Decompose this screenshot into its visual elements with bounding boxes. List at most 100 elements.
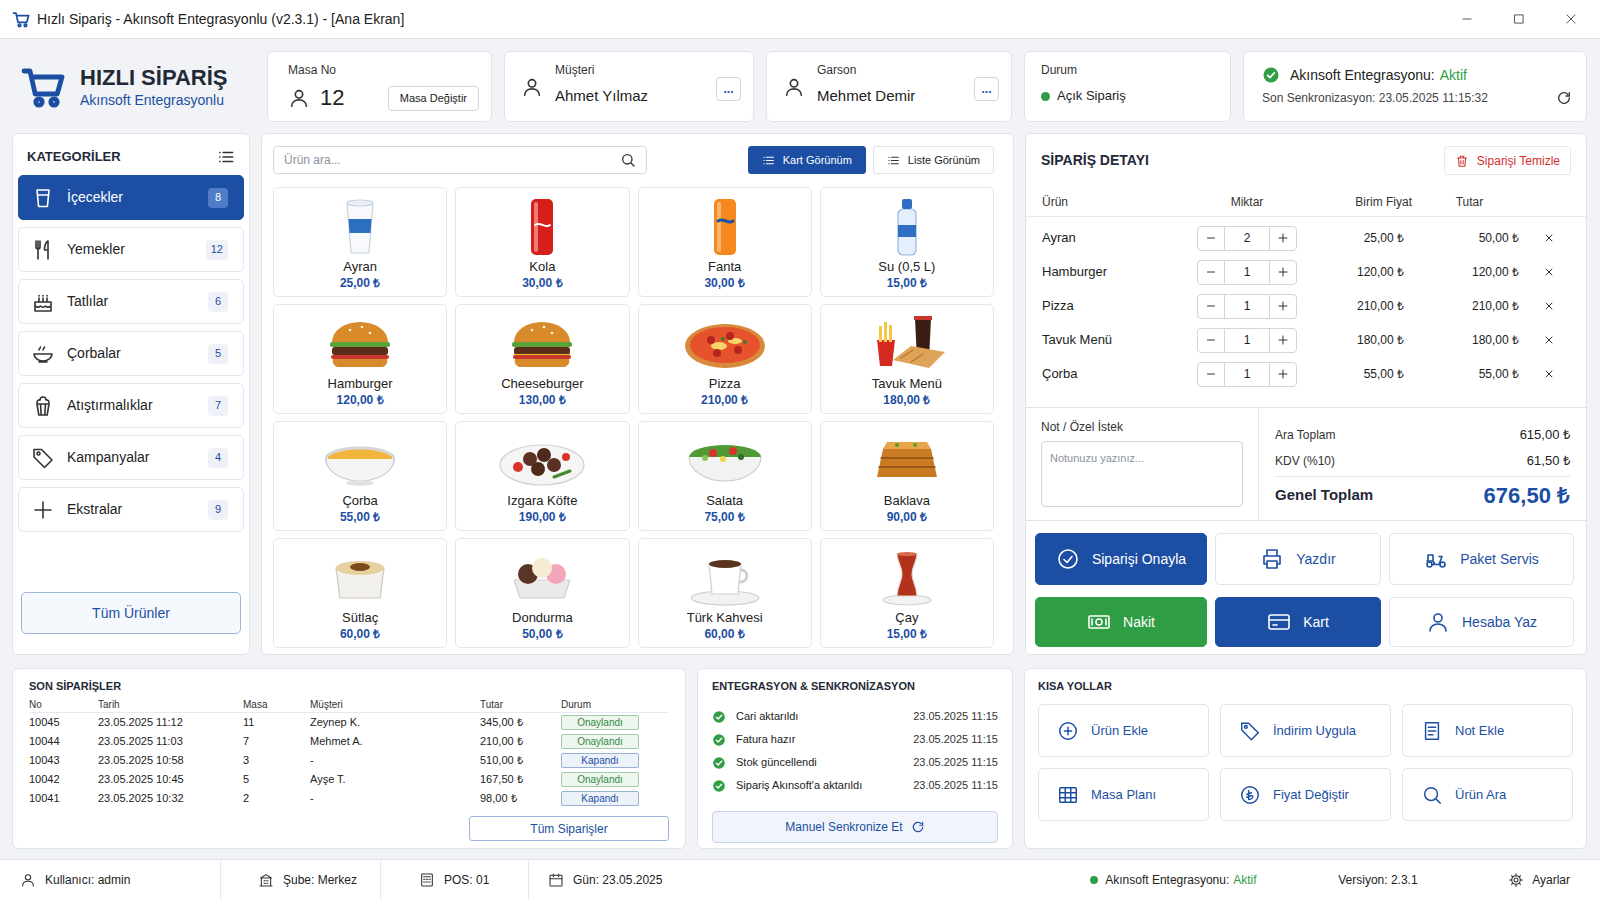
product-card[interactable]: Salata75,00 ₺ — [638, 421, 812, 531]
increase-button[interactable] — [1269, 227, 1296, 250]
product-card[interactable]: Tavuk Menü180,00 ₺ — [820, 304, 994, 414]
action-button[interactable]: Paket Servis — [1389, 533, 1574, 585]
order-row[interactable]: Ayran225,00 ₺50,00 ₺ — [1026, 221, 1586, 255]
order-row[interactable]: Hamburger1120,00 ₺120,00 ₺ — [1026, 255, 1586, 289]
product-card[interactable]: Sütlaç60,00 ₺ — [273, 538, 447, 648]
product-card[interactable]: Çorba55,00 ₺ — [273, 421, 447, 531]
product-card[interactable]: Çay15,00 ₺ — [820, 538, 994, 648]
category-item[interactable]: Tatlılar6 — [18, 279, 244, 324]
category-item[interactable]: Kampanyalar4 — [18, 435, 244, 480]
close-button[interactable] — [1545, 0, 1597, 38]
tag-icon — [31, 446, 55, 470]
category-item[interactable]: İçecekler8 — [18, 175, 244, 220]
product-card[interactable]: Fanta30,00 ₺ — [638, 187, 812, 297]
action-button[interactable]: Kart — [1215, 597, 1381, 647]
cell: 2 — [243, 790, 310, 807]
recent-order-row[interactable]: 1004223.05.2025 10:455Ayşe T.167,50 ₺Ona… — [29, 770, 669, 789]
recent-orders-footer: Tüm Siparişler — [29, 816, 669, 841]
increase-button[interactable] — [1269, 329, 1296, 352]
remove-item-button[interactable] — [1539, 330, 1559, 350]
minimize-button[interactable] — [1441, 0, 1493, 38]
maximize-button[interactable] — [1493, 0, 1545, 38]
recent-order-row[interactable]: 1004123.05.2025 10:322-98,00 ₺Kapandı — [29, 789, 669, 808]
increase-button[interactable] — [1269, 363, 1296, 386]
product-card[interactable]: Hamburger120,00 ₺ — [273, 304, 447, 414]
action-button[interactable]: Siparişi Onayla — [1035, 533, 1207, 585]
product-image — [492, 544, 592, 608]
grand-total-value: 676,50 ₺ — [1484, 479, 1570, 512]
product-card[interactable]: Türk Kahvesi60,00 ₺ — [638, 538, 812, 648]
waiter-select-button[interactable]: ... — [974, 77, 999, 101]
integration-item-time: 23.05.2025 11:15 — [913, 708, 998, 725]
product-card[interactable]: Cheeseburger130,00 ₺ — [455, 304, 629, 414]
category-count: 7 — [208, 396, 228, 416]
decrease-button[interactable] — [1198, 227, 1225, 250]
category-item[interactable]: Ekstralar9 — [18, 487, 244, 532]
action-label: Paket Servis — [1460, 549, 1539, 570]
product-card[interactable]: Pizza210,00 ₺ — [638, 304, 812, 414]
remove-item-button[interactable] — [1539, 228, 1559, 248]
product-card[interactable]: Kola30,00 ₺ — [455, 187, 629, 297]
change-table-button[interactable]: Masa Değiştir — [388, 86, 479, 111]
decrease-button[interactable] — [1198, 295, 1225, 318]
order-table-header: ÜrünMiktarBirim FiyatTutar — [1026, 188, 1586, 217]
customer-select-button[interactable]: ... — [716, 77, 741, 101]
all-products-button[interactable]: Tüm Ürünler — [21, 592, 241, 634]
action-button[interactable]: Hesaba Yaz — [1389, 597, 1574, 647]
product-card[interactable]: Dondurma50,00 ₺ — [455, 538, 629, 648]
action-button[interactable]: Nakit — [1035, 597, 1207, 647]
product-card[interactable]: Izgara Köfte190,00 ₺ — [455, 421, 629, 531]
increase-button[interactable] — [1269, 295, 1296, 318]
search-input[interactable] — [284, 151, 620, 169]
remove-item-button[interactable] — [1539, 296, 1559, 316]
order-row[interactable]: Çorba155,00 ₺55,00 ₺ — [1026, 357, 1586, 391]
logo-cart-icon — [20, 63, 68, 111]
clear-order-button[interactable]: Siparişi Temizle — [1444, 146, 1571, 175]
view-button[interactable]: Kart Görünüm — [748, 146, 866, 174]
cell: 23.05.2025 11:12 — [98, 714, 243, 731]
recent-order-row[interactable]: 1004523.05.2025 11:1211Zeynep K.345,00 ₺… — [29, 713, 669, 732]
category-item[interactable]: Yemekler12 — [18, 227, 244, 272]
integration-item-label: Fatura hazır — [736, 731, 795, 748]
remove-item-button[interactable] — [1539, 364, 1559, 384]
product-card[interactable]: Baklava90,00 ₺ — [820, 421, 994, 531]
shortcut-button[interactable]: Not Ekle — [1402, 704, 1573, 757]
category-item[interactable]: Atıştırmalıklar7 — [18, 383, 244, 428]
shortcut-button[interactable]: Ürün Ekle — [1038, 704, 1209, 757]
list-icon — [887, 154, 900, 167]
product-image — [310, 544, 410, 608]
remove-item-button[interactable] — [1539, 262, 1559, 282]
recent-order-row[interactable]: 1004423.05.2025 11:037Mehmet A.210,00 ₺O… — [29, 732, 669, 751]
clear-order-label: Siparişi Temizle — [1477, 152, 1560, 170]
note-input[interactable] — [1041, 441, 1243, 507]
recent-order-row[interactable]: 1004323.05.2025 10:583-510,00 ₺Kapandı — [29, 751, 669, 770]
total-label: KDV (%10) — [1275, 452, 1335, 470]
search-icon — [620, 152, 636, 168]
order-row[interactable]: Tavuk Menü1180,00 ₺180,00 ₺ — [1026, 323, 1586, 357]
view-button[interactable]: Liste Görünüm — [873, 146, 994, 174]
shortcut-button[interactable]: Fiyat Değiştir — [1220, 768, 1391, 821]
manual-sync-button[interactable]: Manuel Senkronize Et — [712, 811, 998, 843]
order-row[interactable]: Pizza1210,00 ₺210,00 ₺ — [1026, 289, 1586, 323]
settings-button[interactable]: Ayarlar — [1508, 860, 1600, 900]
increase-button[interactable] — [1269, 261, 1296, 284]
category-label: Tatlılar — [67, 291, 108, 312]
status-badge: Onaylandı — [561, 715, 639, 730]
decrease-button[interactable] — [1198, 261, 1225, 284]
integration-info: Akınsoft Entegrasyonu:AktifSon Senkroniz… — [1262, 65, 1572, 107]
all-orders-button[interactable]: Tüm Siparişler — [469, 816, 669, 841]
decrease-button[interactable] — [1198, 329, 1225, 352]
category-item[interactable]: Çorbalar5 — [18, 331, 244, 376]
shortcut-button[interactable]: Masa Planı — [1038, 768, 1209, 821]
decrease-button[interactable] — [1198, 363, 1225, 386]
product-card[interactable]: Ayran25,00 ₺ — [273, 187, 447, 297]
action-button[interactable]: Yazdır — [1215, 533, 1381, 585]
check-circle-icon — [1056, 547, 1080, 571]
minimize-icon — [1460, 12, 1474, 26]
shortcut-label: Ürün Ekle — [1091, 721, 1148, 741]
shortcut-button[interactable]: İndirim Uygula — [1220, 704, 1391, 757]
product-card[interactable]: Su (0,5 L)15,00 ₺ — [820, 187, 994, 297]
shortcut-button[interactable]: Ürün Ara — [1402, 768, 1573, 821]
product-price: 75,00 ₺ — [704, 509, 744, 525]
plus-icon — [1277, 300, 1289, 312]
